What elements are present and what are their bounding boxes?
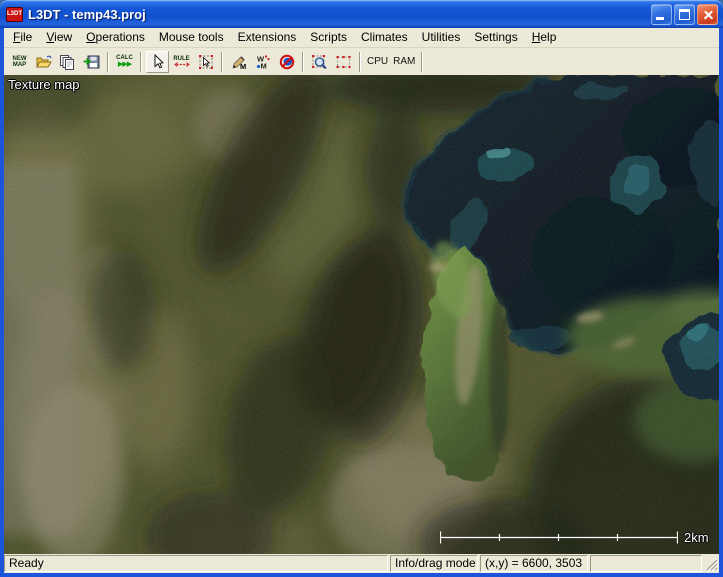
wm-tool-button[interactable]: W M: [251, 51, 274, 73]
new-map-button[interactable]: NEW MAP: [8, 51, 31, 73]
terrain-texture-map: [4, 75, 719, 554]
ram-monitor-button[interactable]: RAM: [391, 51, 417, 73]
menu-item-help[interactable]: Help: [525, 28, 564, 47]
menu-item-view[interactable]: View: [39, 28, 79, 47]
scale-bar: 2km: [440, 530, 709, 545]
app-icon-label: L3DT: [7, 11, 22, 17]
minimize-button[interactable]: [651, 4, 672, 25]
select-arrow-icon: [198, 54, 214, 70]
window-title: L3DT - temp43.proj: [28, 7, 651, 22]
toolbar-separator: [221, 52, 223, 72]
menu-item-utilities[interactable]: Utilities: [415, 28, 468, 47]
status-message: Ready: [4, 555, 388, 572]
save-project-button[interactable]: [80, 51, 103, 73]
zoom-region-button[interactable]: [308, 51, 331, 73]
app-icon: L3DT: [6, 7, 23, 22]
window-controls: [651, 4, 718, 25]
minimize-icon: [656, 17, 664, 20]
crop-region-icon: [335, 54, 352, 70]
copy-map-button[interactable]: [56, 51, 79, 73]
copy-pages-icon: [59, 54, 76, 70]
toolbar-separator: [140, 52, 142, 72]
toolbar-separator: [107, 52, 109, 72]
no-overlay-icon: [279, 54, 295, 70]
map-viewport[interactable]: Texture map 2km: [4, 75, 719, 554]
resize-grip-icon: [706, 559, 719, 572]
menubar: FileViewOperationsMouse toolsExtensionsS…: [4, 28, 719, 48]
ram-label: RAM: [393, 52, 415, 72]
no-overlay-tool-button[interactable]: [275, 51, 298, 73]
menu-item-climates[interactable]: Climates: [354, 28, 415, 47]
menu-item-extensions[interactable]: Extensions: [231, 28, 304, 47]
status-extra-panel: [590, 555, 702, 572]
maximize-icon: [679, 9, 690, 20]
calc-wizard-button[interactable]: CALC ▶▶▶: [113, 51, 136, 73]
maximize-button[interactable]: [674, 4, 695, 25]
wm-icon: W M: [255, 54, 271, 70]
status-coordinates: (x,y) = 6600, 3503: [480, 555, 588, 572]
cpu-monitor-button[interactable]: CPU: [365, 51, 390, 73]
cursor-arrow-icon: [150, 54, 166, 70]
menu-item-scripts[interactable]: Scripts: [303, 28, 354, 47]
titlebar[interactable]: L3DT L3DT - temp43.proj: [0, 0, 723, 28]
open-folder-icon: [35, 54, 53, 70]
menu-item-file[interactable]: File: [6, 28, 39, 47]
menu-item-operations[interactable]: Operations: [79, 28, 152, 47]
zoom-region-icon: [311, 54, 328, 70]
save-floppy-icon: [83, 54, 100, 70]
svg-text:M: M: [260, 61, 266, 70]
status-mouse-mode: Info/drag mode: [390, 555, 478, 572]
resize-grip[interactable]: [704, 555, 719, 572]
app-window: L3DT L3DT - temp43.proj FileViewOperatio…: [0, 0, 723, 577]
scale-bar-line: [440, 530, 678, 545]
select-region-tool-button[interactable]: [194, 51, 217, 73]
status-bar: Ready Info/drag mode (x,y) = 6600, 3503: [4, 554, 719, 573]
map-overlay-label: Texture map: [8, 77, 80, 92]
toolbar-separator: [302, 52, 304, 72]
toolbar: NEW MAP: [4, 48, 719, 75]
edit-pen-tool-button[interactable]: M: [227, 51, 250, 73]
open-project-button[interactable]: [32, 51, 55, 73]
ruler-tool-button[interactable]: RULE: [170, 51, 193, 73]
menu-item-settings[interactable]: Settings: [467, 28, 524, 47]
cpu-label: CPU: [367, 52, 388, 72]
svg-text:M: M: [240, 62, 246, 70]
pencil-icon: M: [231, 54, 247, 70]
toolbar-separator: [359, 52, 361, 72]
crop-region-button[interactable]: [332, 51, 355, 73]
menu-item-mouse-tools[interactable]: Mouse tools: [152, 28, 231, 47]
scale-bar-label: 2km: [684, 530, 709, 545]
toolbar-separator: [421, 52, 423, 72]
close-button[interactable]: [697, 4, 718, 25]
cursor-tool-button[interactable]: [146, 51, 169, 73]
